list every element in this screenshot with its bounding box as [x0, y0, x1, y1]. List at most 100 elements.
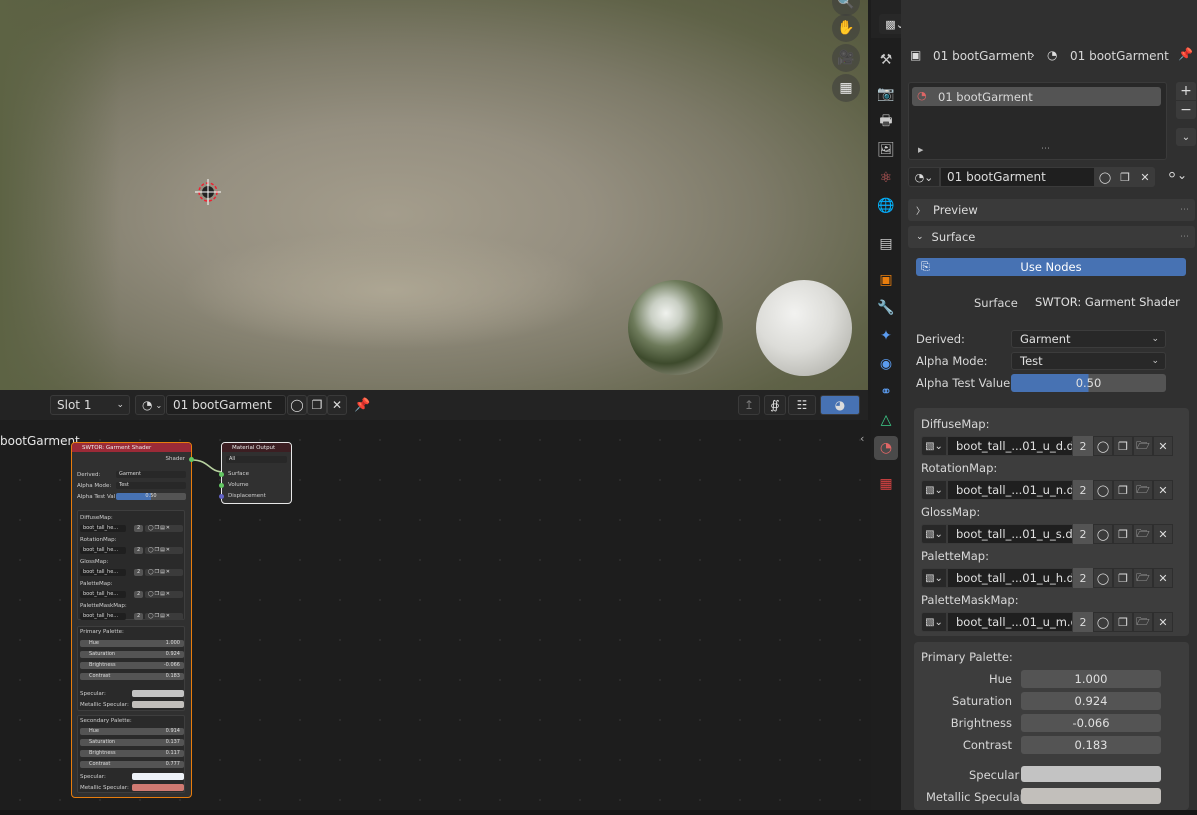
image-browse-icon[interactable]: ▧⌄	[921, 524, 947, 544]
alpha-test-slider[interactable]: 0.50	[116, 493, 186, 500]
snap-target-icon[interactable]: ☷	[788, 395, 816, 415]
particles-tab-icon[interactable]: ✦	[874, 324, 898, 348]
secondary-specular-swatch[interactable]	[132, 773, 184, 780]
duplicate-icon[interactable]: ❐	[1113, 524, 1133, 544]
texture-tab-icon[interactable]: ▦	[874, 472, 898, 496]
node-map-field[interactable]: boot_tall_he...	[80, 525, 126, 532]
image-browse-icon[interactable]: ▧⌄	[921, 436, 947, 456]
close-icon[interactable]: ✕	[327, 395, 347, 415]
expand-arrow-icon[interactable]: ▶	[918, 146, 923, 154]
open-folder-icon[interactable]: 🗁	[1133, 480, 1153, 500]
sidebar-toggle-icon[interactable]: ‹	[860, 432, 864, 445]
fake-user-icon[interactable]: ◯	[287, 395, 307, 415]
node-map-buttons[interactable]: ◯❐▤✕	[145, 547, 183, 554]
node-map-users[interactable]: 2	[134, 547, 143, 554]
resize-handle-icon[interactable]: ⋯	[1041, 144, 1050, 154]
overlay-toggle-icon[interactable]: ◕	[820, 395, 860, 415]
world-tab-icon[interactable]: 🌐	[874, 194, 898, 218]
close-icon[interactable]: ✕	[1153, 612, 1173, 632]
node-map-buttons[interactable]: ◯❐▤✕	[145, 525, 183, 532]
user-count[interactable]: 2	[1073, 568, 1093, 588]
user-count[interactable]: 2	[1073, 480, 1093, 500]
alpha-test-slider[interactable]: 0.50	[1011, 374, 1166, 392]
node-map-field[interactable]: boot_tall_he...	[80, 591, 126, 598]
material-output-node[interactable]: Material Output All Surface Volume Displ…	[219, 442, 292, 504]
material-tab-icon[interactable]: ◔	[874, 436, 898, 460]
secondary-metallic-swatch[interactable]	[132, 784, 184, 791]
output-tab-icon[interactable]: 🖶	[874, 110, 898, 134]
object-tab-icon[interactable]: ▣	[874, 268, 898, 292]
drag-handle-icon[interactable]: ⋯	[1180, 232, 1189, 242]
duplicate-icon[interactable]: ❐	[1113, 568, 1133, 588]
node-map-users[interactable]: 2	[134, 525, 143, 532]
duplicate-icon[interactable]: ❐	[1115, 167, 1135, 187]
close-icon[interactable]: ✕	[1153, 480, 1173, 500]
node-map-users[interactable]: 2	[134, 569, 143, 576]
node-editor-canvas[interactable]: bootGarment ‹ SWTOR: Garment Shader Shad…	[0, 420, 868, 810]
duplicate-icon[interactable]: ❐	[1113, 480, 1133, 500]
close-icon[interactable]: ✕	[1153, 568, 1173, 588]
hand-icon[interactable]: ✋	[832, 14, 860, 42]
image-name-field[interactable]: boot_tall_...01_u_h.dds	[947, 568, 1073, 588]
image-browse-icon[interactable]: ▧⌄	[921, 480, 947, 500]
garment-shader-node[interactable]: SWTOR: Garment Shader Shader Derived: Ga…	[71, 442, 194, 798]
pin-icon[interactable]: 📌	[354, 398, 370, 413]
node-map-field[interactable]: boot_tall_he...	[80, 569, 126, 576]
drag-handle-icon[interactable]: ⋯	[1180, 205, 1189, 215]
node-palette-field[interactable]: Saturation 0.924	[80, 651, 184, 658]
grid-icon[interactable]: ▦	[832, 74, 860, 102]
displacement-input-socket[interactable]	[219, 494, 224, 499]
fake-user-icon[interactable]: ◯	[1093, 480, 1113, 500]
material-name-field[interactable]: 01 bootGarment	[940, 167, 1095, 187]
node-palette-field[interactable]: Hue 1.000	[80, 640, 184, 647]
browse-material-button[interactable]: ◔⌄	[908, 167, 940, 187]
slot-dropdown[interactable]: Slot 1 ⌄	[50, 395, 130, 415]
node-map-field[interactable]: boot_tall_he...	[80, 613, 126, 620]
open-folder-icon[interactable]: 🗁	[1133, 568, 1153, 588]
palette-contrast-field[interactable]: 0.183	[1021, 736, 1161, 754]
node-palette-field[interactable]: Brightness 0.117	[80, 750, 184, 757]
alpha-mode-dropdown[interactable]: Test ⌄	[1011, 352, 1166, 370]
metallic-specular-color-swatch[interactable]	[1021, 788, 1161, 804]
user-count[interactable]: 2	[1073, 436, 1093, 456]
fake-user-icon[interactable]: ◯	[1093, 524, 1113, 544]
duplicate-icon[interactable]: ❐	[1113, 612, 1133, 632]
close-icon[interactable]: ✕	[1153, 524, 1173, 544]
specular-color-swatch[interactable]	[1021, 766, 1161, 782]
physics-tab-icon[interactable]: ◉	[874, 352, 898, 376]
derived-dropdown[interactable]: Garment ⌄	[1011, 330, 1166, 348]
surface-input-socket[interactable]	[219, 472, 224, 477]
close-icon[interactable]: ✕	[1135, 167, 1155, 187]
collection-tab-icon[interactable]: ▤	[874, 232, 898, 256]
surface-panel-header[interactable]: ⌄ Surface ⋯	[908, 226, 1195, 248]
specular-swatch[interactable]	[132, 690, 184, 697]
fake-user-icon[interactable]: ◯	[1093, 568, 1113, 588]
close-icon[interactable]: ✕	[1153, 436, 1173, 456]
camera-icon[interactable]: 🎥	[832, 44, 860, 72]
open-folder-icon[interactable]: 🗁	[1133, 524, 1153, 544]
snap-icon[interactable]: ∯	[764, 395, 786, 415]
duplicate-icon[interactable]: ❐	[307, 395, 327, 415]
add-slot-button[interactable]: +	[1176, 82, 1196, 100]
use-nodes-button[interactable]: ⎘ Use Nodes	[916, 258, 1186, 276]
data-tab-icon[interactable]: △	[874, 408, 898, 432]
node-palette-field[interactable]: Brightness -0.066	[80, 662, 184, 669]
output-target-dropdown[interactable]: All	[226, 456, 287, 463]
link-dropdown-icon[interactable]: ⚪⌄	[1167, 168, 1187, 182]
material-browse-button[interactable]: ◔ ⌄	[135, 395, 165, 415]
pin-icon[interactable]: 📌	[1178, 47, 1193, 61]
constraints-tab-icon[interactable]: ⚭	[874, 380, 898, 404]
scene-tab-icon[interactable]: ⚛	[874, 166, 898, 190]
node-map-users[interactable]: 2	[134, 613, 143, 620]
parent-node-tree-icon[interactable]: ↥	[738, 395, 760, 415]
palette-hue-field[interactable]: 1.000	[1021, 670, 1161, 688]
open-folder-icon[interactable]: 🗁	[1133, 612, 1153, 632]
node-palette-field[interactable]: Hue 0.914	[80, 728, 184, 735]
node-palette-field[interactable]: Saturation 0.137	[80, 739, 184, 746]
node-map-field[interactable]: boot_tall_he...	[80, 547, 126, 554]
alpha-mode-dropdown[interactable]: Test	[116, 482, 186, 489]
image-name-field[interactable]: boot_tall_...01_u_n.dds	[947, 480, 1073, 500]
open-folder-icon[interactable]: 🗁	[1133, 436, 1153, 456]
3d-viewport[interactable]: 🔍 ✋ 🎥 ▦	[0, 0, 868, 390]
image-browse-icon[interactable]: ▧⌄	[921, 612, 947, 632]
